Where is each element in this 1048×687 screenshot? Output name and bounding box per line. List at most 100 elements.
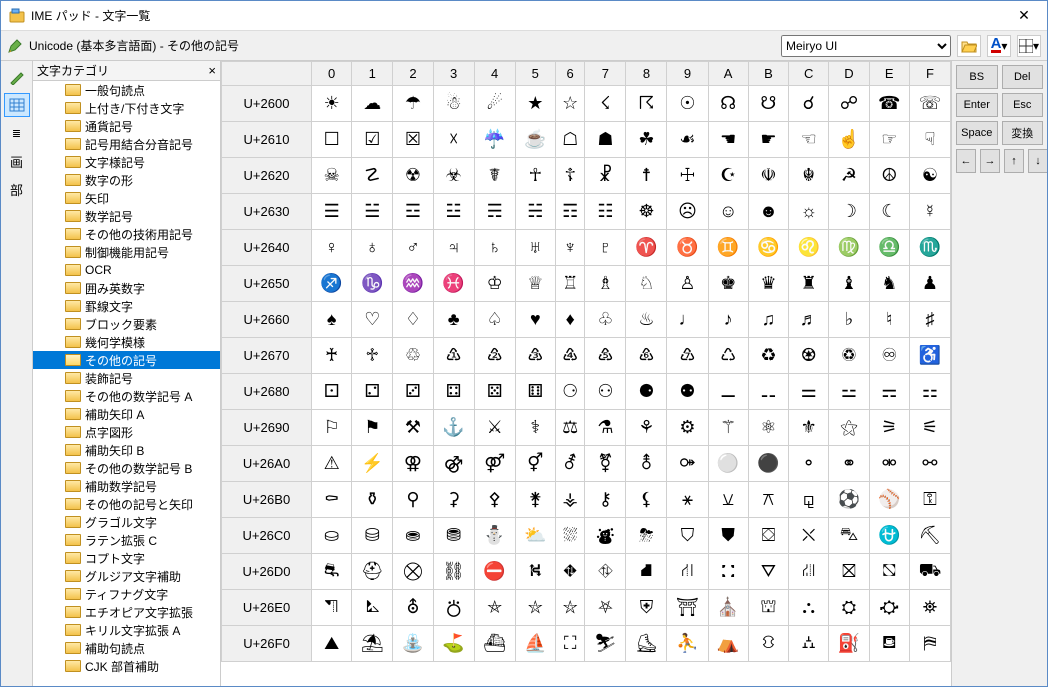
char-cell[interactable]: ☿: [909, 194, 950, 230]
char-cell[interactable]: ⚌: [789, 374, 829, 410]
char-cell[interactable]: ⛿: [909, 626, 950, 662]
char-cell[interactable]: ⚭: [829, 446, 869, 482]
char-cell[interactable]: ⛌: [789, 518, 829, 554]
char-cell[interactable]: ⛅: [515, 518, 555, 554]
tree-item[interactable]: キリル文字拡張 A: [33, 621, 220, 639]
char-cell[interactable]: ⛩: [667, 590, 708, 626]
char-cell[interactable]: ♝: [829, 266, 869, 302]
char-cell[interactable]: ⚓: [433, 410, 474, 446]
tree-item[interactable]: 上付き/下付き文字: [33, 99, 220, 117]
char-cell[interactable]: ⚔: [474, 410, 515, 446]
char-cell[interactable]: ⚾: [869, 482, 909, 518]
mode-handwriting[interactable]: [4, 65, 30, 89]
char-cell[interactable]: ⛁: [352, 518, 393, 554]
esc-button[interactable]: Esc: [1002, 93, 1044, 117]
char-cell[interactable]: ☳: [433, 194, 474, 230]
char-cell[interactable]: ♧: [585, 302, 626, 338]
font-color-button[interactable]: A▾: [987, 35, 1011, 57]
char-cell[interactable]: ⚆: [555, 374, 584, 410]
tree-item[interactable]: ブロック要素: [33, 315, 220, 333]
char-cell[interactable]: ★: [515, 86, 555, 122]
bs-button[interactable]: BS: [956, 65, 998, 89]
char-cell[interactable]: ⚄: [474, 374, 515, 410]
char-cell[interactable]: ⛡: [352, 590, 393, 626]
char-cell[interactable]: ☷: [585, 194, 626, 230]
char-cell[interactable]: ⛧: [585, 590, 626, 626]
char-cell[interactable]: ☶: [555, 194, 584, 230]
char-cell[interactable]: ⛮: [869, 590, 909, 626]
enter-button[interactable]: Enter: [956, 93, 998, 117]
char-cell[interactable]: ♙: [667, 266, 708, 302]
char-cell[interactable]: ⛝: [829, 554, 869, 590]
char-cell[interactable]: ⛬: [789, 590, 829, 626]
char-cell[interactable]: ⛐: [312, 554, 352, 590]
tree-item[interactable]: 数学記号: [33, 207, 220, 225]
char-cell[interactable]: ⚿: [909, 482, 950, 518]
char-cell[interactable]: ☺: [708, 194, 748, 230]
space-button[interactable]: Space: [956, 121, 998, 145]
tree-item[interactable]: ラテン拡張 C: [33, 531, 220, 549]
char-cell[interactable]: ♳: [433, 338, 474, 374]
char-cell[interactable]: ♺: [708, 338, 748, 374]
char-cell[interactable]: ⚮: [869, 446, 909, 482]
char-cell[interactable]: ♉: [667, 230, 708, 266]
char-cell[interactable]: ♏: [909, 230, 950, 266]
char-cell[interactable]: ⛪: [708, 590, 748, 626]
char-cell[interactable]: ☟: [909, 122, 950, 158]
char-cell[interactable]: ⛳: [433, 626, 474, 662]
char-cell[interactable]: ⚞: [869, 410, 909, 446]
char-cell[interactable]: ⛈: [626, 518, 667, 554]
char-cell[interactable]: ⛀: [312, 518, 352, 554]
char-cell[interactable]: ☤: [474, 158, 515, 194]
char-cell[interactable]: ⛋: [748, 518, 788, 554]
tree-item[interactable]: グラゴル文字: [33, 513, 220, 531]
char-cell[interactable]: ☸: [626, 194, 667, 230]
close-button[interactable]: ✕: [1001, 1, 1047, 31]
char-cell[interactable]: ⛾: [869, 626, 909, 662]
char-cell[interactable]: ⛄: [474, 518, 515, 554]
char-cell[interactable]: ⚋: [748, 374, 788, 410]
char-cell[interactable]: ☋: [748, 86, 788, 122]
char-cell[interactable]: ⛕: [515, 554, 555, 590]
char-cell[interactable]: ☓: [433, 122, 474, 158]
char-cell[interactable]: ☃: [433, 86, 474, 122]
char-cell[interactable]: ⛦: [555, 590, 584, 626]
char-cell[interactable]: ⚃: [433, 374, 474, 410]
char-cell[interactable]: ♡: [352, 302, 393, 338]
char-cell[interactable]: ⚁: [352, 374, 393, 410]
char-cell[interactable]: ⚎: [869, 374, 909, 410]
char-cell[interactable]: ⛇: [585, 518, 626, 554]
right-button[interactable]: →: [980, 149, 1000, 173]
char-cell[interactable]: ⚐: [312, 410, 352, 446]
char-cell[interactable]: ☻: [748, 194, 788, 230]
char-cell[interactable]: ⚰: [312, 482, 352, 518]
char-cell[interactable]: ♬: [789, 302, 829, 338]
char-cell[interactable]: ⛍: [829, 518, 869, 554]
char-cell[interactable]: ♩: [667, 302, 708, 338]
char-cell[interactable]: ♣: [433, 302, 474, 338]
tree-item[interactable]: その他の記号: [33, 351, 220, 369]
char-cell[interactable]: ⛊: [708, 518, 748, 554]
char-cell[interactable]: ☂: [393, 86, 433, 122]
char-cell[interactable]: ⛉: [667, 518, 708, 554]
char-cell[interactable]: ⛣: [433, 590, 474, 626]
char-cell[interactable]: ☼: [789, 194, 829, 230]
char-cell[interactable]: ♰: [312, 338, 352, 374]
char-cell[interactable]: ☫: [748, 158, 788, 194]
char-cell[interactable]: ⚦: [555, 446, 584, 482]
char-cell[interactable]: ☄: [474, 86, 515, 122]
tree-item[interactable]: その他の数学記号 B: [33, 459, 220, 477]
char-cell[interactable]: ☛: [748, 122, 788, 158]
char-cell[interactable]: ⛥: [515, 590, 555, 626]
char-cell[interactable]: ☣: [433, 158, 474, 194]
char-cell[interactable]: ♲: [393, 338, 433, 374]
char-cell[interactable]: ☔: [474, 122, 515, 158]
char-cell[interactable]: ♽: [829, 338, 869, 374]
char-cell[interactable]: ♜: [789, 266, 829, 302]
char-cell[interactable]: ♎: [869, 230, 909, 266]
char-cell[interactable]: ⚖: [555, 410, 584, 446]
char-cell[interactable]: ♶: [555, 338, 584, 374]
char-cell[interactable]: ♆: [555, 230, 584, 266]
char-cell[interactable]: ⚧: [585, 446, 626, 482]
char-cell[interactable]: ⚉: [667, 374, 708, 410]
